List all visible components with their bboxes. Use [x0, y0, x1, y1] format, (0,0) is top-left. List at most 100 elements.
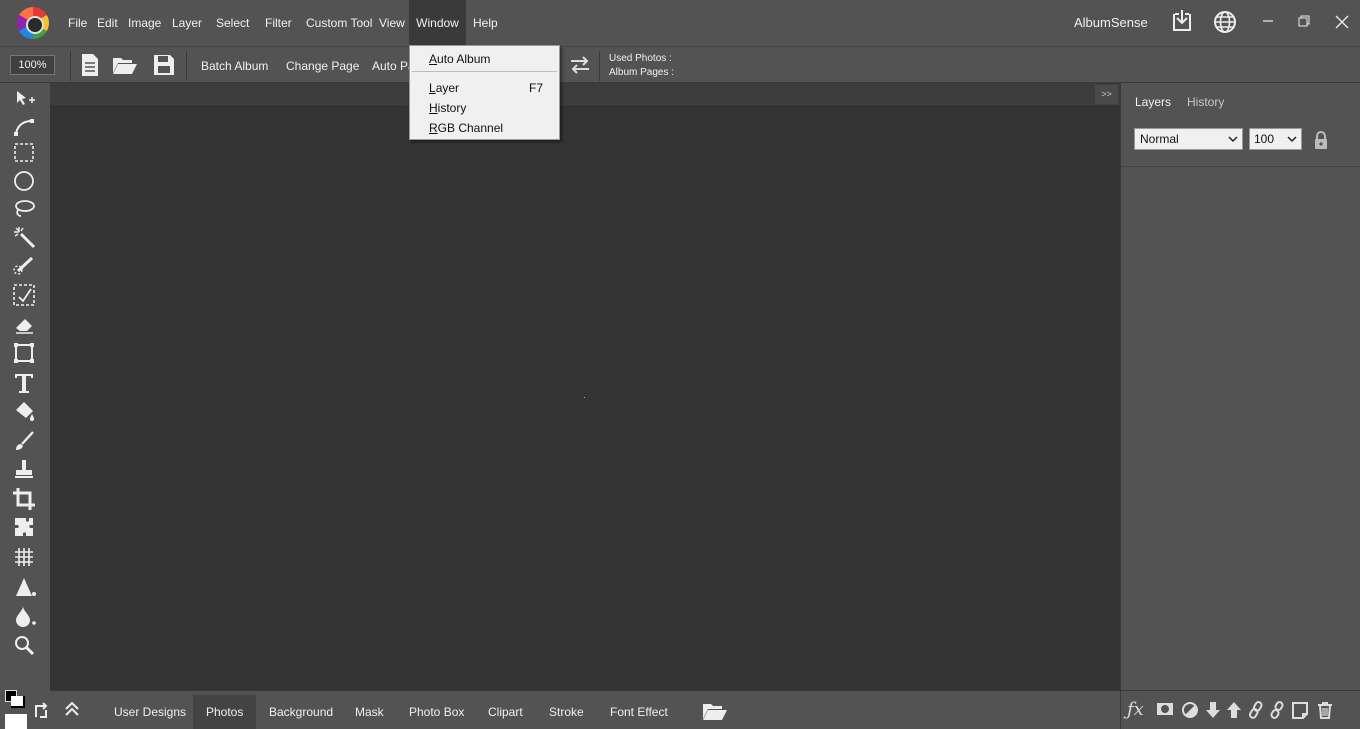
canvas-area[interactable]: [50, 107, 1120, 690]
window-menu-dropdown: Auto Album Layer F7 History RGB Channel: [409, 45, 560, 140]
globe-icon[interactable]: [1210, 8, 1240, 36]
fx-icon[interactable]: ƒx: [1127, 699, 1144, 720]
new-layer-icon[interactable]: [1291, 701, 1309, 722]
background-color-swatch[interactable]: [5, 714, 27, 729]
unlink-icon[interactable]: [1269, 701, 1285, 722]
expand-up-icon[interactable]: [64, 700, 80, 721]
link-icon[interactable]: [1248, 701, 1264, 722]
opacity-select[interactable]: 100: [1249, 128, 1302, 150]
swatch-frame: [11, 696, 25, 708]
menu-image[interactable]: Image: [120, 0, 169, 46]
canvas-tab-strip: [50, 83, 1120, 107]
menu-custom-tool[interactable]: Custom Tool: [298, 0, 380, 46]
zoom-field[interactable]: 100%: [10, 55, 55, 75]
move-icon[interactable]: [12, 87, 38, 111]
menu-item-rgb-channel[interactable]: RGB Channel: [429, 121, 503, 135]
menu-separator: [412, 71, 557, 72]
sharpen-icon[interactable]: [12, 575, 38, 599]
menu-select[interactable]: Select: [208, 0, 257, 46]
filter-icon[interactable]: [12, 545, 38, 569]
selection-transform-icon[interactable]: [12, 283, 38, 307]
quick-select-icon[interactable]: [12, 253, 38, 277]
layer-actions-bar: ƒx: [1120, 690, 1360, 729]
minimize-icon[interactable]: [1253, 8, 1283, 36]
mnemonic: R: [429, 121, 438, 135]
batch-album-button[interactable]: Batch Album: [201, 59, 268, 73]
layers-panel: Layers History Normal 100: [1120, 83, 1360, 690]
blur-drop-icon[interactable]: [12, 603, 38, 627]
pen-icon[interactable]: [12, 115, 38, 139]
toolbar: 100% Batch Album Change Page Auto Pa Use…: [0, 46, 1360, 83]
save-icon[interactable]: [153, 53, 175, 80]
blend-mode-select[interactable]: Normal: [1134, 128, 1243, 150]
tab-user-designs[interactable]: User Designs: [101, 695, 199, 729]
tab-layers[interactable]: Layers: [1135, 95, 1171, 109]
lock-icon[interactable]: [1313, 130, 1329, 153]
menu-item-auto-album[interactable]: Auto Album: [429, 52, 490, 66]
ellipse-marquee-icon[interactable]: [12, 169, 38, 193]
close-icon[interactable]: [1327, 8, 1357, 36]
tab-mask[interactable]: Mask: [342, 695, 397, 729]
tab-clipart[interactable]: Clipart: [475, 695, 536, 729]
menu-filter[interactable]: Filter: [257, 0, 300, 46]
transform-icon[interactable]: [12, 341, 38, 365]
adjustment-icon[interactable]: [1181, 701, 1199, 722]
blend-mode-value: Normal: [1140, 132, 1179, 146]
tab-background[interactable]: Background: [256, 695, 346, 729]
album-pages-label: Album Pages :: [609, 67, 675, 78]
stamp-icon[interactable]: [12, 457, 38, 481]
toolbar-divider: [599, 51, 600, 81]
menu-item-label: ayer: [435, 81, 460, 95]
trash-icon[interactable]: [1316, 701, 1334, 722]
canvas-marker: [584, 397, 585, 398]
brush-icon[interactable]: [12, 429, 38, 453]
menu-layer[interactable]: Layer: [164, 0, 210, 46]
lasso-icon[interactable]: [12, 197, 38, 221]
tab-stroke[interactable]: Stroke: [536, 695, 597, 729]
open-folder-icon[interactable]: [702, 700, 728, 725]
download-icon[interactable]: [1167, 8, 1197, 36]
change-page-button[interactable]: Change Page: [286, 59, 359, 73]
crop-icon[interactable]: [12, 487, 38, 511]
paint-bucket-icon[interactable]: [12, 399, 38, 423]
swap-icon[interactable]: [568, 56, 592, 77]
color-swatches: [0, 690, 50, 729]
toolbar-divider: [70, 51, 71, 81]
tab-font-effect[interactable]: Font Effect: [597, 695, 681, 729]
menu-view[interactable]: View: [371, 0, 413, 46]
mnemonic: H: [429, 101, 438, 115]
text-icon[interactable]: [12, 371, 38, 395]
menu-item-history[interactable]: History: [429, 101, 466, 115]
eraser-icon[interactable]: [12, 313, 38, 337]
menu-help[interactable]: Help: [465, 0, 506, 46]
magic-wand-icon[interactable]: [12, 225, 38, 249]
restore-icon[interactable]: [1289, 8, 1319, 36]
app-logo-icon: [17, 7, 49, 39]
mask-icon[interactable]: [1156, 701, 1174, 720]
open-folder-icon[interactable]: [112, 53, 138, 80]
move-down-icon[interactable]: [1205, 701, 1221, 722]
puzzle-icon[interactable]: [12, 515, 38, 539]
chevron-down-icon: [1287, 136, 1297, 143]
tab-photos[interactable]: Photos: [193, 695, 257, 729]
rect-marquee-icon[interactable]: [12, 141, 38, 165]
move-up-icon[interactable]: [1226, 701, 1242, 722]
new-file-icon[interactable]: [80, 53, 100, 80]
collapse-panel-button[interactable]: >>: [1095, 85, 1118, 104]
menu-window[interactable]: Window: [409, 0, 466, 46]
menu-item-label: istory: [437, 101, 467, 115]
menu-shortcut: F7: [528, 81, 543, 95]
menu-item-label: GB Channel: [437, 121, 504, 135]
panel-divider: [1121, 166, 1360, 167]
toolbar-divider: [186, 51, 187, 81]
menu-item-layer[interactable]: Layer: [429, 81, 459, 95]
app-name: AlbumSense: [1074, 15, 1148, 30]
opacity-value: 100: [1254, 132, 1275, 146]
mnemonic: L: [429, 81, 436, 95]
swap-colors-icon[interactable]: [32, 701, 50, 722]
tab-photo-box[interactable]: Photo Box: [396, 695, 477, 729]
tool-panel: [0, 83, 50, 729]
tab-history[interactable]: History: [1187, 95, 1224, 109]
zoom-icon[interactable]: [12, 633, 38, 657]
menu-item-label: uto Album: [437, 52, 491, 66]
